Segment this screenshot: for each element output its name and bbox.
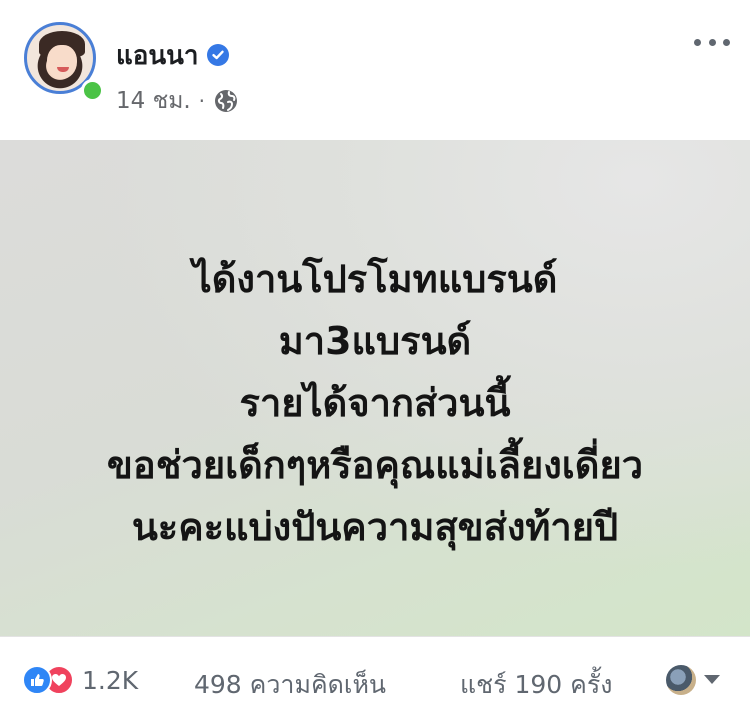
author-name[interactable]: แอนนา <box>116 35 199 76</box>
post-image[interactable]: ได้งานโปรโมทแบรนด์ มา3แบรนด์ รายได้จากส่… <box>0 140 750 636</box>
reactions-summary[interactable]: 1.2K <box>22 663 138 697</box>
comments-count[interactable]: 498 ความคิดเห็น <box>194 665 386 699</box>
avatar-face <box>47 45 77 79</box>
author-avatar[interactable] <box>24 22 104 102</box>
post-footer: 1.2K 498 ความคิดเห็น แชร์ 190 ครั้ง <box>0 636 750 724</box>
more-dot <box>694 38 701 46</box>
image-text-line: มา3แบรนด์ <box>278 319 472 363</box>
more-dot <box>708 38 716 46</box>
post-image-text: ได้งานโปรโมทแบรนด์ มา3แบรนด์ รายได้จากส่… <box>0 248 750 558</box>
more-options-icon[interactable] <box>694 32 730 52</box>
reaction-count: 1.2K <box>82 665 139 695</box>
post-meta: 14 ชม. · <box>116 86 239 116</box>
post-time[interactable]: 14 ชม. <box>116 83 191 119</box>
shares-count[interactable]: แชร์ 190 ครั้ง <box>460 665 612 699</box>
author-row: แอนนา <box>116 38 229 72</box>
post-header: แอนนา 14 ชม. · <box>0 0 750 140</box>
online-status-icon <box>81 79 104 102</box>
more-dot <box>723 38 730 46</box>
globe-icon[interactable] <box>213 88 239 114</box>
image-text-line: ได้งานโปรโมทแบรนด์ <box>192 257 558 301</box>
image-text-line: รายได้จากส่วนนี้ <box>239 381 511 425</box>
like-icon <box>22 665 52 695</box>
image-text-line: นะคะแบ่งปันความสุขส่งท้ายปี <box>131 505 619 549</box>
image-text-line: ขอช่วยเด็กๆหรือคุณแม่เลี้ยงเดี่ยว <box>106 443 644 487</box>
meta-separator: · <box>198 89 206 113</box>
verified-badge-icon <box>206 44 229 66</box>
chevron-down-icon[interactable] <box>704 675 720 684</box>
viewer-avatar[interactable] <box>666 665 696 695</box>
